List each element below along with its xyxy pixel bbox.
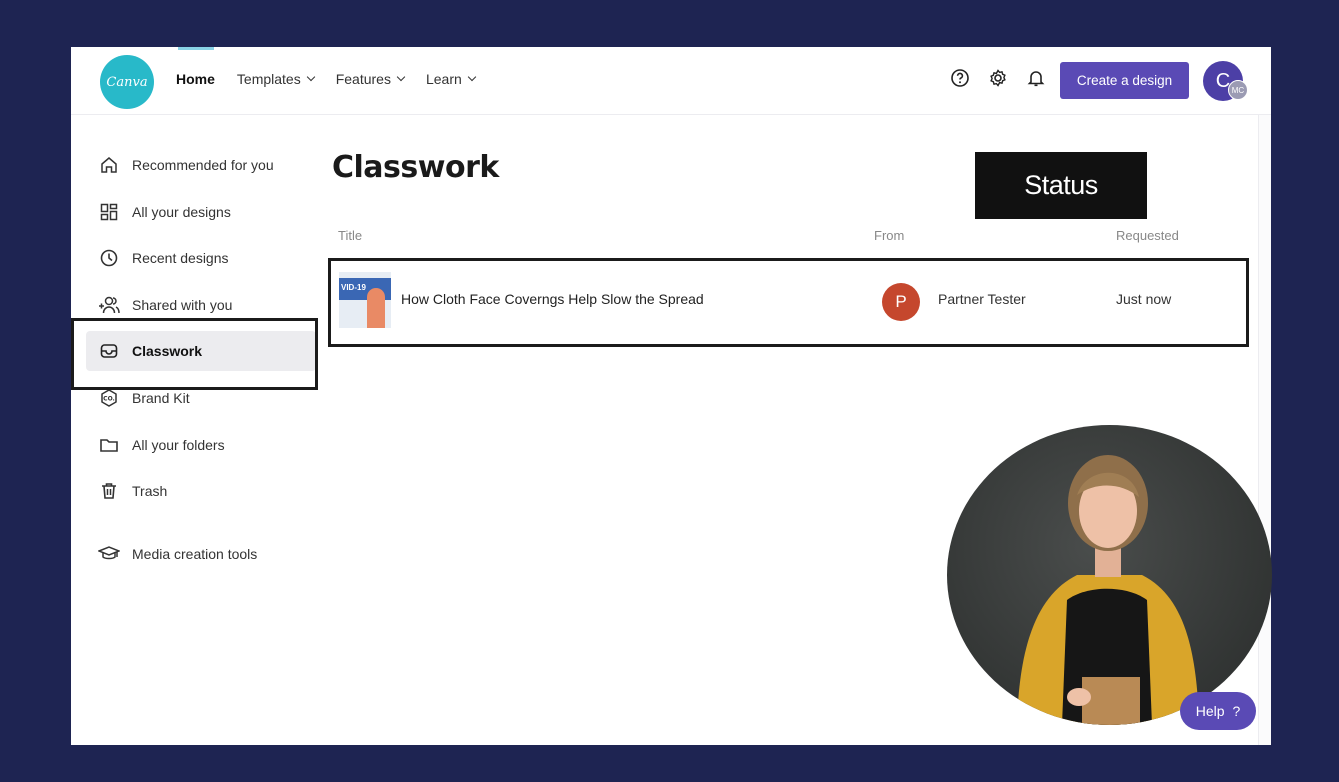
trash-icon	[98, 480, 120, 502]
sender-avatar: P	[882, 283, 920, 321]
folder-icon	[98, 434, 120, 456]
brand-kit-icon: CO.	[98, 387, 120, 409]
table-row[interactable]: VID-19 How Cloth Face Coverngs Help Slow…	[328, 258, 1249, 347]
help-label: Help	[1195, 703, 1225, 719]
design-title[interactable]: How Cloth Face Coverngs Help Slow the Sp…	[401, 291, 704, 307]
svg-text:CO.: CO.	[103, 395, 115, 402]
nav-features[interactable]: Features	[335, 71, 406, 87]
sidebar-item-label: Trash	[132, 483, 168, 500]
sidebar-item-label: Recent designs	[132, 250, 229, 267]
chevron-down-icon	[396, 72, 406, 82]
bell-icon[interactable]	[1025, 67, 1047, 89]
sidebar-item-label: All your designs	[132, 203, 231, 220]
column-header-from: From	[874, 228, 905, 243]
nav-accent-bar	[178, 47, 214, 50]
sidebar-item-trash[interactable]: Trash	[86, 471, 316, 511]
sidebar-item-label: Media creation tools	[132, 546, 258, 563]
column-header-title: Title	[338, 228, 363, 243]
requested-time: Just now	[1116, 291, 1172, 307]
canva-logo[interactable]: Canva	[100, 55, 154, 109]
sidebar-item-recommended[interactable]: Recommended for you	[86, 145, 316, 185]
home-icon	[98, 154, 120, 176]
sidebar-item-label: Brand Kit	[132, 389, 190, 406]
page-title: Classwork	[332, 150, 499, 185]
sidebar-item-label: All your folders	[132, 436, 225, 453]
nav-home-label: Home	[176, 71, 215, 87]
help-question-icon: ?	[1232, 703, 1241, 719]
column-header-requested: Requested	[1116, 228, 1179, 243]
graduation-cap-icon	[98, 543, 120, 565]
sidebar-item-media-tools[interactable]: Media creation tools	[86, 534, 316, 574]
thumbnail-figure	[367, 288, 385, 328]
top-navigation-bar: Canva Home Templates Features Learn Crea…	[71, 47, 1271, 115]
classwork-highlight-box	[71, 318, 318, 390]
sidebar-item-folders[interactable]: All your folders	[86, 425, 316, 465]
help-icon[interactable]	[949, 67, 971, 89]
presenter-photo	[947, 425, 1272, 725]
nav-learn[interactable]: Learn	[425, 71, 477, 87]
sidebar-item-label: Recommended for you	[132, 157, 274, 173]
chevron-down-icon	[306, 72, 315, 82]
main-nav: Home Templates Features Learn	[176, 71, 477, 87]
sidebar-item-all-designs[interactable]: All your designs	[86, 192, 316, 232]
sidebar-item-recent[interactable]: Recent designs	[86, 238, 316, 278]
sidebar-item-label: Shared with you	[132, 296, 233, 313]
chevron-down-icon	[467, 72, 477, 82]
users-add-icon	[98, 294, 120, 316]
design-thumbnail: VID-19	[339, 272, 391, 328]
user-avatar-badge: MC	[1228, 80, 1248, 100]
create-design-button[interactable]: Create a design	[1060, 62, 1189, 99]
nav-templates[interactable]: Templates	[236, 71, 315, 87]
gear-icon[interactable]	[987, 67, 1009, 89]
logo-text: Canva	[106, 74, 148, 90]
nav-templates-label: Templates	[236, 71, 301, 87]
presenter-illustration	[1017, 455, 1199, 725]
sender-name: Partner Tester	[938, 291, 1026, 307]
top-icon-group	[949, 67, 1047, 89]
nav-features-label: Features	[335, 71, 391, 87]
grid-icon	[98, 201, 120, 223]
nav-learn-label: Learn	[425, 71, 462, 87]
status-callout: Status	[975, 152, 1147, 219]
help-button[interactable]: Help ?	[1180, 692, 1256, 730]
scrollbar[interactable]	[1258, 115, 1271, 745]
nav-home[interactable]: Home	[176, 71, 215, 87]
thumbnail-text: VID-19	[341, 283, 366, 292]
clock-icon	[98, 247, 120, 269]
